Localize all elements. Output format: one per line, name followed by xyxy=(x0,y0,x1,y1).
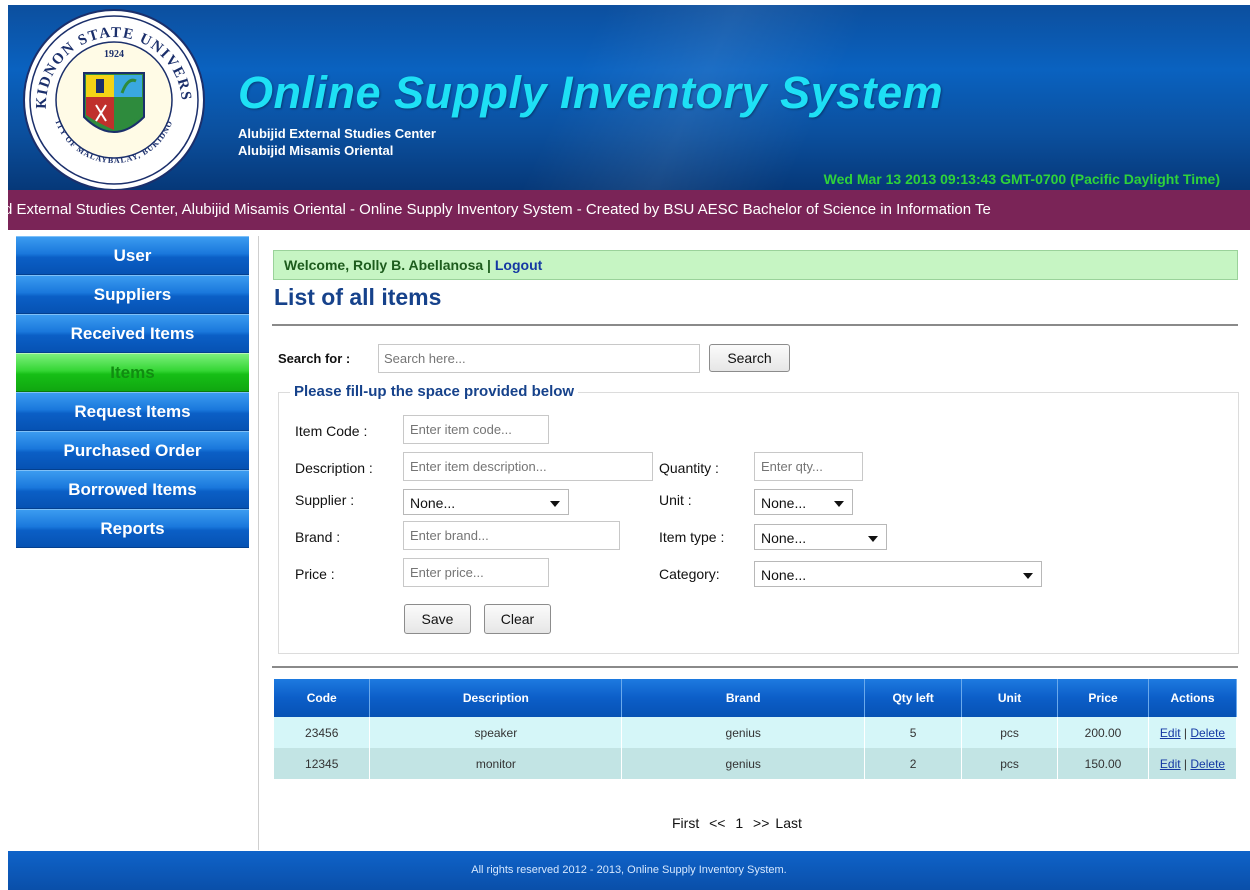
item-type-select-value: None... xyxy=(761,530,807,546)
category-label: Category: xyxy=(659,566,720,582)
column-header-description: Description xyxy=(369,679,623,717)
page-title: List of all items xyxy=(274,284,442,310)
delete-link[interactable]: Delete xyxy=(1190,757,1225,771)
table-row: 12345 monitor genius 2 pcs 150.00 Edit |… xyxy=(274,748,1238,779)
cell-description: monitor xyxy=(369,748,623,779)
column-header-brand: Brand xyxy=(621,679,866,717)
category-select-value: None... xyxy=(761,567,807,583)
items-table: Code Description Brand Qty left Unit Pri… xyxy=(274,679,1238,779)
sidebar-item-request-items[interactable]: Request Items xyxy=(16,392,249,431)
pager-next[interactable]: >> xyxy=(753,815,769,831)
divider-bottom xyxy=(272,666,1238,668)
quantity-input[interactable] xyxy=(754,452,863,481)
column-header-unit: Unit xyxy=(961,679,1059,717)
table-header-row: Code Description Brand Qty left Unit Pri… xyxy=(274,679,1238,717)
cell-unit: pcs xyxy=(961,717,1059,748)
current-datetime: Wed Mar 13 2013 09:13:43 GMT-0700 (Pacif… xyxy=(823,171,1220,187)
pager-current-page[interactable]: 1 xyxy=(735,815,743,831)
column-header-code: Code xyxy=(274,679,371,717)
brand-input[interactable] xyxy=(403,521,620,550)
supplier-select[interactable]: None... xyxy=(403,489,569,515)
site-footer: All rights reserved 2012 - 2013, Online … xyxy=(8,851,1250,890)
pager-last[interactable]: Last xyxy=(775,815,801,831)
edit-link[interactable]: Edit xyxy=(1160,726,1181,740)
column-header-qty-left: Qty left xyxy=(864,679,963,717)
sidebar-item-purchased-order[interactable]: Purchased Order xyxy=(16,431,249,470)
chevron-down-icon xyxy=(834,501,844,507)
pagination: First << 1 >> Last xyxy=(672,815,808,831)
seal-year: 1924 xyxy=(104,49,124,60)
brand-label: Brand : xyxy=(295,529,341,545)
item-form-legend: Please fill-up the space provided below xyxy=(290,383,579,400)
item-code-label: Item Code : xyxy=(295,423,368,439)
cell-brand: genius xyxy=(621,717,866,748)
price-label: Price : xyxy=(295,566,335,582)
unit-select[interactable]: None... xyxy=(754,489,853,515)
chevron-down-icon xyxy=(1023,573,1033,579)
welcome-text: Welcome, Rolly B. Abellanosa | xyxy=(284,257,495,273)
sidebar-item-suppliers[interactable]: Suppliers xyxy=(16,275,249,314)
column-header-actions: Actions xyxy=(1148,679,1238,717)
welcome-bar: Welcome, Rolly B. Abellanosa | Logout xyxy=(273,250,1238,280)
delete-link[interactable]: Delete xyxy=(1190,726,1225,740)
cell-code: 12345 xyxy=(274,748,371,779)
sidebar-item-user[interactable]: User xyxy=(16,236,249,275)
cell-unit: pcs xyxy=(961,748,1059,779)
table-row: 23456 speaker genius 5 pcs 200.00 Edit |… xyxy=(274,717,1238,748)
chevron-down-icon xyxy=(868,536,878,542)
save-button[interactable]: Save xyxy=(404,604,471,634)
description-label: Description : xyxy=(295,460,373,476)
column-header-price: Price xyxy=(1057,679,1149,717)
action-separator: | xyxy=(1180,725,1191,740)
scrolling-banner-text: d External Studies Center, Alubijid Misa… xyxy=(8,201,991,218)
site-title: Online Supply Inventory System xyxy=(238,67,944,118)
site-subtitle-center: Alubijid External Studies Center xyxy=(238,126,436,141)
cell-description: speaker xyxy=(369,717,623,748)
price-input[interactable] xyxy=(403,558,549,587)
item-code-input[interactable] xyxy=(403,415,549,444)
sidebar-divider xyxy=(258,236,259,850)
search-input[interactable] xyxy=(378,344,700,373)
pager-prev[interactable]: << xyxy=(709,815,725,831)
supplier-select-value: None... xyxy=(410,495,456,511)
cell-qty-left: 5 xyxy=(864,717,963,748)
cell-brand: genius xyxy=(621,748,866,779)
cell-actions: Edit | Delete xyxy=(1148,717,1238,748)
clear-button[interactable]: Clear xyxy=(484,604,551,634)
pager-first[interactable]: First xyxy=(672,815,699,831)
search-label: Search for : xyxy=(278,351,351,366)
university-seal-icon: BUKIDNON STATE UNIVERSITY CITY OF MALAYB… xyxy=(16,5,205,190)
cell-price: 150.00 xyxy=(1057,748,1149,779)
edit-link[interactable]: Edit xyxy=(1160,757,1181,771)
site-subtitle-location: Alubijid Misamis Oriental xyxy=(238,143,394,158)
item-type-label: Item type : xyxy=(659,529,725,545)
action-separator: | xyxy=(1180,756,1191,771)
divider-top xyxy=(272,324,1238,326)
search-button[interactable]: Search xyxy=(709,344,790,372)
cell-price: 200.00 xyxy=(1057,717,1149,748)
sidebar-item-items[interactable]: Items xyxy=(16,353,249,392)
logout-link[interactable]: Logout xyxy=(495,257,542,273)
item-type-select[interactable]: None... xyxy=(754,524,887,550)
supplier-label: Supplier : xyxy=(295,492,355,508)
category-select[interactable]: None... xyxy=(754,561,1042,587)
unit-select-value: None... xyxy=(761,495,807,511)
chevron-down-icon xyxy=(550,501,560,507)
description-input[interactable] xyxy=(403,452,653,481)
sidebar-item-borrowed-items[interactable]: Borrowed Items xyxy=(16,470,249,509)
site-header: BUKIDNON STATE UNIVERSITY CITY OF MALAYB… xyxy=(8,5,1250,190)
sidebar-nav: User Suppliers Received Items Items Requ… xyxy=(16,236,249,548)
quantity-label: Quantity : xyxy=(659,460,719,476)
cell-actions: Edit | Delete xyxy=(1148,748,1238,779)
scrolling-banner: d External Studies Center, Alubijid Misa… xyxy=(8,190,1250,230)
sidebar-item-reports[interactable]: Reports xyxy=(16,509,249,548)
unit-label: Unit : xyxy=(659,492,692,508)
cell-code: 23456 xyxy=(274,717,371,748)
cell-qty-left: 2 xyxy=(864,748,963,779)
sidebar-item-received-items[interactable]: Received Items xyxy=(16,314,249,353)
